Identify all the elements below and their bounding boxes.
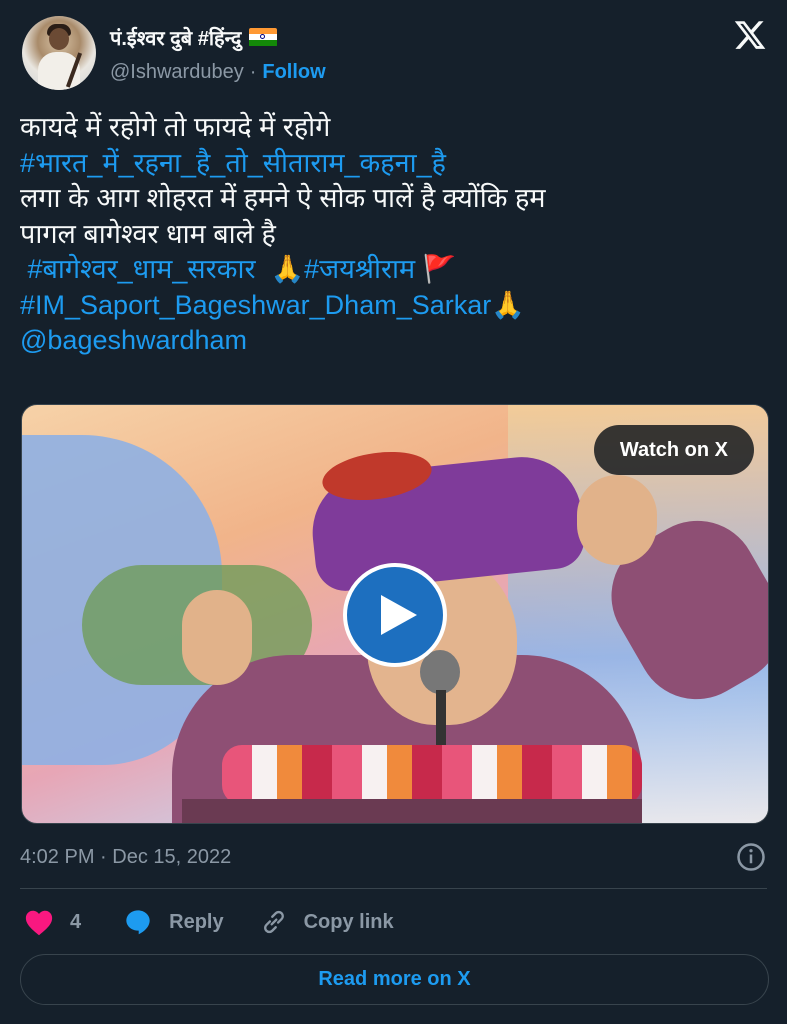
thumbnail-hand: [577, 475, 657, 565]
tweet-line: कायदे में रहोगे तो फायदे में रहोगे: [20, 112, 331, 142]
play-button[interactable]: [343, 563, 447, 667]
reply-label: Reply: [169, 910, 224, 933]
avatar-face: [49, 28, 69, 50]
thumbnail-hand: [182, 590, 252, 685]
play-icon: [381, 595, 417, 635]
india-flag-icon: [249, 27, 278, 47]
author-handle[interactable]: @Ishwardubey: [110, 61, 244, 84]
separator-dot: ·: [249, 60, 257, 83]
author-name-row[interactable]: पं.ईश्वर दुबे #हिंन्दु: [110, 22, 278, 52]
folded-hands-emoji: 🙏: [491, 289, 525, 320]
flag-emoji: 🚩: [422, 254, 457, 284]
info-icon[interactable]: [736, 842, 766, 872]
hashtag-link[interactable]: #जयश्रीराम: [304, 254, 415, 284]
tweet-line: लगा के आग शोहरत में हमने ऐ सोक पालें है …: [20, 183, 546, 213]
x-logo-icon[interactable]: [733, 18, 767, 52]
hashtag-link[interactable]: #IM_Saport_Bageshwar_Dham_Sarkar: [20, 290, 491, 320]
hashtag-link[interactable]: #बागेश्वर_धाम_सरकार: [20, 254, 263, 284]
link-icon: [263, 910, 284, 934]
tweet-timestamp[interactable]: 4:02 PM · Dec 15, 2022: [20, 842, 231, 872]
mention-link[interactable]: @bageshwardham: [20, 323, 760, 359]
watch-on-x-button[interactable]: Watch on X: [593, 425, 754, 475]
reply-button[interactable]: Reply: [123, 908, 224, 936]
thumbnail-flowers: [222, 745, 642, 805]
author-handle-row: @Ishwardubey · Follow: [110, 58, 326, 86]
copy-link-button[interactable]: Copy link: [260, 908, 394, 936]
tweet-text: कायदे में रहोगे तो फायदे में रहोगे #भारत…: [20, 110, 760, 359]
tweet-actions: 4 Reply Copy link: [24, 902, 394, 942]
tweet-line-tags: #IM_Saport_Bageshwar_Dham_Sarkar🙏: [20, 288, 760, 324]
heart-icon: [25, 910, 53, 936]
author-display-name[interactable]: पं.ईश्वर दुबे #हिंन्दु: [110, 24, 241, 51]
embedded-tweet-card: पं.ईश्वर दुबे #हिंन्दु @Ishwardubey · Fo…: [0, 0, 787, 1024]
read-more-button[interactable]: Read more on X: [20, 954, 769, 1005]
video-thumbnail[interactable]: Watch on X: [21, 404, 769, 824]
like-count: 4: [70, 910, 82, 933]
copy-link-label: Copy link: [303, 910, 394, 933]
like-button[interactable]: 4: [24, 908, 81, 936]
divider: [20, 888, 767, 889]
hashtag-link[interactable]: #भारत_में_रहना_है_तो_सीताराम_कहना_है: [20, 146, 760, 182]
author-avatar[interactable]: [22, 16, 96, 90]
folded-hands-emoji: 🙏: [270, 254, 305, 284]
thumbnail-table: [182, 799, 642, 823]
tweet-line: पागल बागेश्वर धाम बाले है: [20, 218, 276, 249]
tweet-line-tags: #बागेश्वर_धाम_सरकार 🙏#जयश्रीराम 🚩: [20, 252, 760, 288]
reply-bubble-icon: [126, 910, 150, 935]
follow-button[interactable]: Follow: [262, 61, 325, 84]
